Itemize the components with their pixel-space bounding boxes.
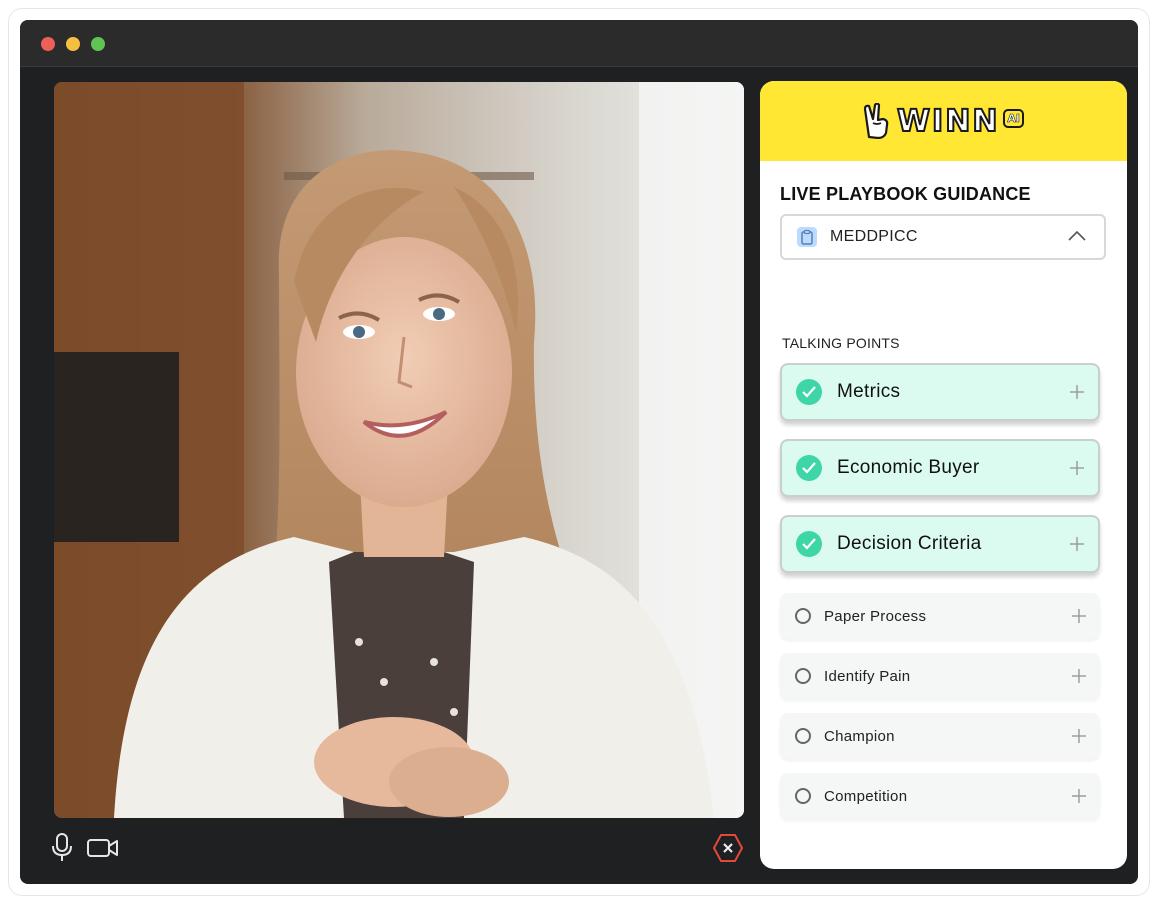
clipboard-icon bbox=[797, 227, 817, 247]
talking-point-label: Paper Process bbox=[824, 607, 927, 625]
plus-icon[interactable] bbox=[1072, 669, 1086, 683]
playbook-panel: WINN AI LIVE PLAYBOOK GUIDANCE MEDDPICC … bbox=[760, 81, 1127, 869]
plus-icon[interactable] bbox=[1072, 789, 1086, 803]
brand-ai-badge: AI bbox=[1003, 108, 1025, 128]
empty-circle-icon bbox=[795, 668, 811, 684]
video-camera-icon[interactable] bbox=[86, 836, 120, 860]
talking-point-label: Champion bbox=[824, 727, 895, 745]
participant-video bbox=[54, 82, 744, 818]
chevron-up-icon[interactable] bbox=[1068, 230, 1086, 242]
empty-circle-icon bbox=[795, 728, 811, 744]
checkmark-icon bbox=[796, 379, 822, 405]
minimize-window-button[interactable] bbox=[66, 37, 80, 51]
talking-point-item[interactable]: Identify Pain bbox=[780, 653, 1100, 699]
playbook-select-value: MEDDPICC bbox=[830, 228, 918, 245]
maximize-window-button[interactable] bbox=[91, 37, 105, 51]
end-call-icon[interactable] bbox=[712, 833, 744, 863]
app-window: WINN AI LIVE PLAYBOOK GUIDANCE MEDDPICC … bbox=[20, 20, 1138, 884]
title-bar bbox=[20, 20, 1138, 67]
talking-points-heading: TALKING POINTS bbox=[782, 335, 900, 351]
brand-name: WINN bbox=[896, 103, 1000, 140]
talking-point-label: Decision Criteria bbox=[837, 533, 982, 554]
talking-point-label: Identify Pain bbox=[824, 667, 911, 685]
talking-point-item[interactable]: Champion bbox=[780, 713, 1100, 759]
checkmark-icon bbox=[796, 455, 822, 481]
close-window-button[interactable] bbox=[41, 37, 55, 51]
plus-icon[interactable] bbox=[1072, 609, 1086, 623]
participant-photo bbox=[54, 82, 744, 818]
checkmark-icon bbox=[796, 531, 822, 557]
talking-point-item[interactable]: Metrics bbox=[780, 363, 1100, 421]
panel-header: WINN AI bbox=[760, 81, 1127, 161]
playbook-select[interactable]: MEDDPICC bbox=[780, 214, 1106, 260]
talking-point-label: Metrics bbox=[837, 381, 901, 402]
plus-icon[interactable] bbox=[1072, 729, 1086, 743]
empty-circle-icon bbox=[795, 608, 811, 624]
talking-point-label: Economic Buyer bbox=[837, 457, 980, 478]
microphone-icon[interactable] bbox=[50, 832, 74, 862]
winn-logo: WINN AI bbox=[863, 103, 1025, 140]
talking-point-item[interactable]: Paper Process bbox=[780, 593, 1100, 639]
talking-point-item[interactable]: Competition bbox=[780, 773, 1100, 819]
talking-point-label: Competition bbox=[824, 787, 908, 805]
plus-icon[interactable] bbox=[1070, 537, 1084, 551]
empty-circle-icon bbox=[795, 788, 811, 804]
plus-icon[interactable] bbox=[1070, 385, 1084, 399]
panel-title: LIVE PLAYBOOK GUIDANCE bbox=[780, 184, 1031, 204]
talking-point-item[interactable]: Economic Buyer bbox=[780, 439, 1100, 497]
peace-hand-icon bbox=[863, 103, 889, 139]
talking-point-item[interactable]: Decision Criteria bbox=[780, 515, 1100, 573]
plus-icon[interactable] bbox=[1070, 461, 1084, 475]
